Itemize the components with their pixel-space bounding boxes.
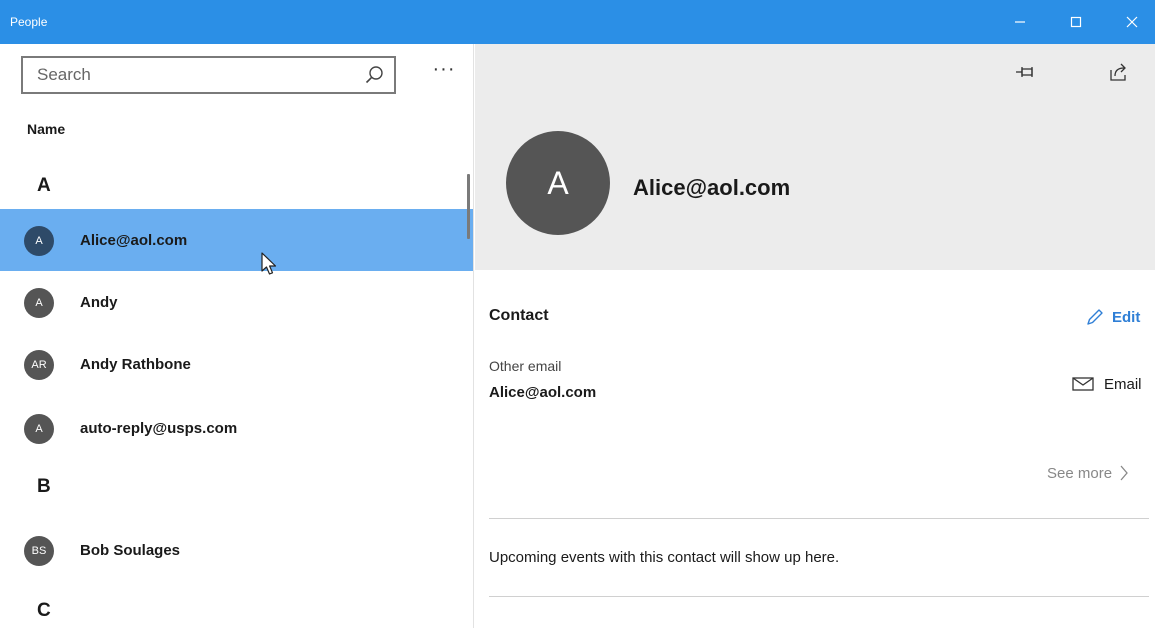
group-header-b[interactable]: B bbox=[37, 476, 51, 498]
contact-name: Andy Rathbone bbox=[80, 356, 191, 373]
avatar: BS bbox=[24, 536, 54, 566]
contact-row-andy[interactable]: A Andy bbox=[0, 271, 473, 333]
search-box bbox=[21, 56, 396, 94]
contact-detail-pane: A Alice@aol.com Contact Edit Other email… bbox=[475, 44, 1155, 628]
contact-row-bob-soulages[interactable]: BS Bob Soulages bbox=[0, 519, 473, 581]
list-scrollbar-thumb[interactable] bbox=[467, 174, 470, 239]
contact-header: A Alice@aol.com bbox=[475, 44, 1155, 270]
avatar: A bbox=[24, 226, 54, 256]
close-icon bbox=[1126, 16, 1138, 28]
avatar: A bbox=[24, 414, 54, 444]
group-header-c[interactable]: C bbox=[37, 600, 51, 622]
edit-button[interactable]: Edit bbox=[1085, 306, 1140, 328]
contact-avatar: A bbox=[506, 131, 610, 235]
maximize-button[interactable] bbox=[1056, 6, 1096, 38]
upcoming-events-message: Upcoming events with this contact will s… bbox=[489, 549, 840, 566]
app-title: People bbox=[10, 15, 48, 29]
search-input[interactable] bbox=[37, 58, 357, 92]
share-icon[interactable] bbox=[1108, 62, 1130, 82]
minimize-button[interactable] bbox=[1000, 6, 1040, 38]
contact-row-alice-aol-com[interactable]: A Alice@aol.com bbox=[0, 209, 473, 271]
group-header-a[interactable]: A bbox=[37, 175, 51, 197]
chevron-right-icon bbox=[1120, 465, 1128, 481]
contact-row-andy-rathbone[interactable]: AR Andy Rathbone bbox=[0, 333, 473, 395]
avatar: AR bbox=[24, 350, 54, 380]
contact-row-auto-reply-usps-com[interactable]: A auto-reply@usps.com bbox=[0, 397, 473, 459]
divider bbox=[489, 518, 1149, 519]
close-button[interactable] bbox=[1112, 6, 1152, 38]
see-more-label: See more bbox=[1047, 464, 1113, 482]
title-bar: People bbox=[0, 0, 1155, 44]
other-email-value[interactable]: Alice@aol.com bbox=[489, 384, 596, 401]
mouse-cursor-icon bbox=[261, 252, 277, 275]
more-options-button[interactable]: ··· bbox=[428, 59, 460, 88]
search-icon[interactable] bbox=[364, 65, 384, 85]
avatar: A bbox=[24, 288, 54, 318]
pin-icon[interactable] bbox=[1015, 64, 1037, 80]
email-button[interactable]: Email bbox=[1072, 373, 1142, 395]
edit-label: Edit bbox=[1112, 308, 1141, 326]
contact-name: Andy bbox=[80, 294, 118, 311]
see-more-button[interactable]: See more bbox=[1047, 462, 1128, 484]
minimize-icon bbox=[1015, 21, 1025, 23]
contact-display-name: Alice@aol.com bbox=[633, 175, 791, 200]
mail-icon bbox=[1072, 377, 1094, 391]
email-label: Email bbox=[1104, 375, 1142, 393]
contact-name: Alice@aol.com bbox=[80, 232, 188, 249]
section-title-contact: Contact bbox=[489, 307, 549, 324]
maximize-icon bbox=[1070, 16, 1082, 28]
contact-name: Bob Soulages bbox=[80, 542, 181, 559]
contact-list-pane: ··· Name A A Alice@aol.com A Andy AR And… bbox=[0, 44, 474, 628]
list-sort-header[interactable]: Name bbox=[27, 121, 65, 137]
divider bbox=[489, 596, 1149, 597]
pencil-icon bbox=[1087, 309, 1103, 325]
contact-name: auto-reply@usps.com bbox=[80, 420, 238, 437]
other-email-label: Other email bbox=[489, 358, 562, 374]
